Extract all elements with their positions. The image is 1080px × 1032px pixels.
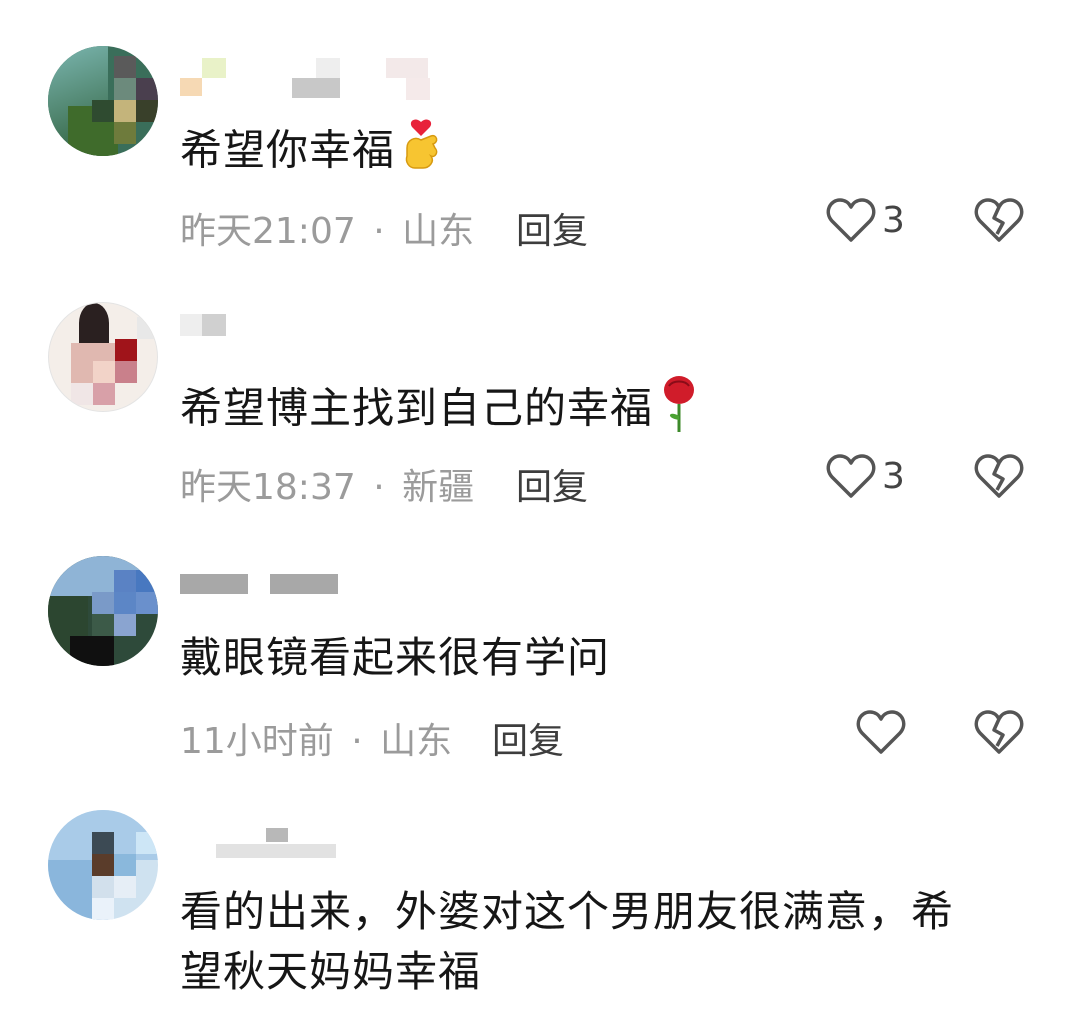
comment-text: 看的出来，外婆对这个男朋友很满意，希 望秋天妈妈幸福 bbox=[180, 884, 954, 1000]
username-blurred[interactable] bbox=[180, 828, 340, 858]
avatar[interactable] bbox=[48, 810, 158, 920]
comment-text-line: 望秋天妈妈幸福 bbox=[180, 947, 482, 996]
comment-text-line: 看的出来，外婆对这个男朋友很满意，希 bbox=[180, 887, 955, 936]
comment-item: 看的出来，外婆对这个男朋友很满意，希 望秋天妈妈幸福 bbox=[0, 0, 1080, 1032]
